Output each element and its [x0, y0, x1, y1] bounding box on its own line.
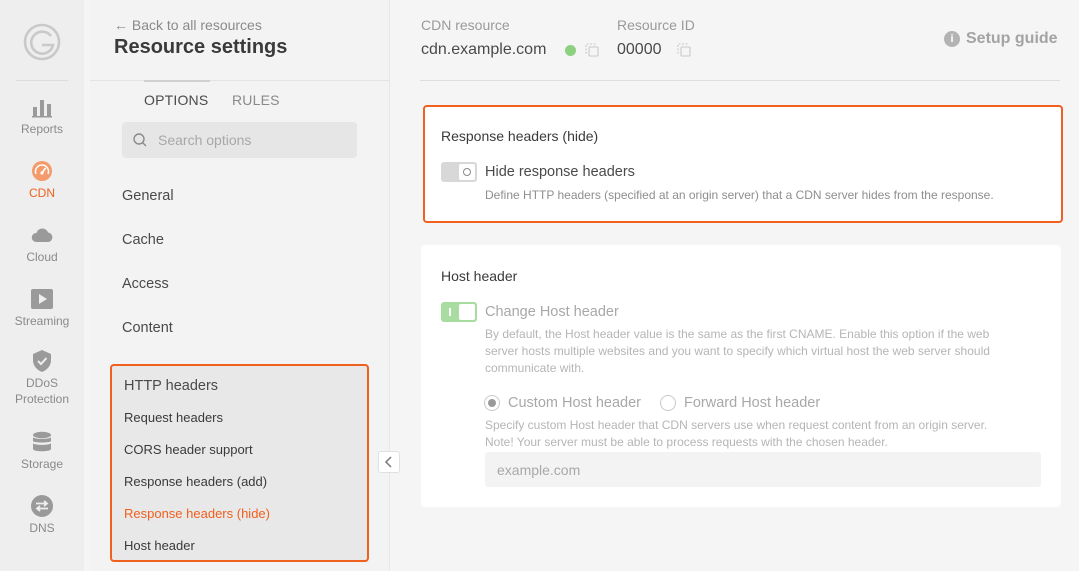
rail-label-ddos: DDoS	[25, 376, 58, 390]
main-nav-rail: Reports CDN Cloud Streaming DDoS Protect…	[0, 0, 84, 571]
rail-label-ddos-2: Protection	[14, 392, 70, 406]
forward-host-header-label[interactable]: Forward Host header	[684, 395, 820, 411]
database-icon	[33, 431, 51, 452]
rail-label-dns: DNS	[29, 521, 55, 535]
nav-item-cors-header-support[interactable]: CORS header support	[124, 442, 253, 457]
response-headers-hide-card: Response headers (hide) Hide response he…	[423, 105, 1063, 223]
cdn-resource-value: cdn.example.com	[421, 41, 547, 58]
resource-id-label: Resource ID	[617, 17, 695, 33]
nav-item-request-headers[interactable]: Request headers	[124, 410, 223, 425]
copy-id-icon[interactable]	[677, 43, 691, 57]
collapse-sidebar-button[interactable]	[378, 451, 400, 473]
search-box	[122, 122, 357, 158]
play-icon	[31, 289, 53, 309]
http-headers-title[interactable]: HTTP headers	[124, 378, 218, 394]
back-to-resources-link[interactable]: ← Back to all resources	[114, 17, 262, 33]
rail-label-storage: Storage	[20, 457, 64, 471]
custom-host-header-radio[interactable]	[484, 395, 500, 411]
shield-icon	[33, 350, 51, 372]
tab-rules[interactable]: RULES	[232, 92, 280, 114]
status-indicator	[565, 45, 576, 56]
rail-divider	[16, 80, 68, 81]
hide-response-headers-label: Hide response headers	[485, 164, 635, 180]
change-host-header-desc-2: server hosts multiple websites and you w…	[485, 344, 990, 358]
search-icon	[133, 133, 147, 147]
rail-label-cdn: CDN	[29, 186, 55, 200]
info-icon: i	[944, 31, 960, 47]
custom-host-header-input[interactable]	[485, 452, 1041, 487]
rail-item-cloud[interactable]: Cloud	[0, 223, 84, 279]
change-host-header-desc-3: communicate with.	[485, 361, 585, 375]
forward-host-header-radio[interactable]	[660, 395, 676, 411]
dns-arrows-icon	[31, 495, 53, 517]
speedometer-icon	[32, 161, 52, 181]
bar-chart-icon	[32, 100, 52, 118]
rail-label-cloud: Cloud	[26, 250, 58, 264]
rail-item-ddos[interactable]: DDoS Protection	[0, 349, 84, 413]
custom-host-note-1: Specify custom Host header that CDN serv…	[485, 418, 988, 432]
change-host-header-toggle[interactable]	[441, 302, 477, 322]
cdn-resource-label: CDN resource	[421, 17, 510, 33]
rail-item-streaming[interactable]: Streaming	[0, 287, 84, 343]
chevron-left-icon	[384, 456, 392, 468]
hide-response-headers-toggle[interactable]	[441, 162, 477, 182]
sidebar-divider	[90, 80, 390, 81]
http-headers-group: HTTP headers Request headers CORS header…	[110, 364, 369, 562]
gcore-logo[interactable]	[22, 22, 62, 62]
nav-item-general[interactable]: General	[122, 188, 174, 204]
nav-item-cache[interactable]: Cache	[122, 232, 164, 248]
nav-item-content[interactable]: Content	[122, 320, 173, 336]
rail-item-reports[interactable]: Reports	[0, 95, 84, 151]
nav-item-access[interactable]: Access	[122, 276, 169, 292]
response-headers-hide-title: Response headers (hide)	[441, 128, 599, 144]
hide-response-headers-description: Define HTTP headers (specified at an ori…	[485, 188, 994, 202]
rail-label-reports: Reports	[20, 122, 64, 136]
page-title: Resource settings	[114, 36, 288, 58]
rail-label-streaming: Streaming	[14, 314, 70, 328]
rail-item-dns[interactable]: DNS	[0, 494, 84, 550]
nav-item-response-headers-add[interactable]: Response headers (add)	[124, 474, 267, 489]
search-input[interactable]	[158, 122, 348, 158]
setup-guide-label: Setup guide	[966, 30, 1058, 47]
change-host-header-label: Change Host header	[485, 304, 619, 320]
cloud-icon	[31, 228, 53, 242]
tab-options[interactable]: OPTIONS	[144, 92, 208, 114]
resource-id-value: 00000	[617, 41, 662, 58]
rail-item-storage[interactable]: Storage	[0, 430, 84, 486]
custom-host-header-label[interactable]: Custom Host header	[508, 395, 641, 411]
tab-active-indicator	[144, 80, 210, 82]
change-host-header-desc-1: By default, the Host header value is the…	[485, 327, 990, 341]
copy-icon[interactable]	[585, 43, 599, 57]
nav-item-response-headers-hide[interactable]: Response headers (hide)	[124, 506, 270, 521]
header-divider	[420, 80, 1060, 81]
rail-item-cdn[interactable]: CDN	[0, 159, 84, 215]
host-header-title: Host header	[441, 268, 518, 284]
setup-guide-button[interactable]: i Setup guide	[944, 30, 1058, 48]
custom-host-note-2: Note! Your server must be able to proces…	[485, 435, 888, 449]
nav-item-host-header[interactable]: Host header	[124, 538, 195, 553]
